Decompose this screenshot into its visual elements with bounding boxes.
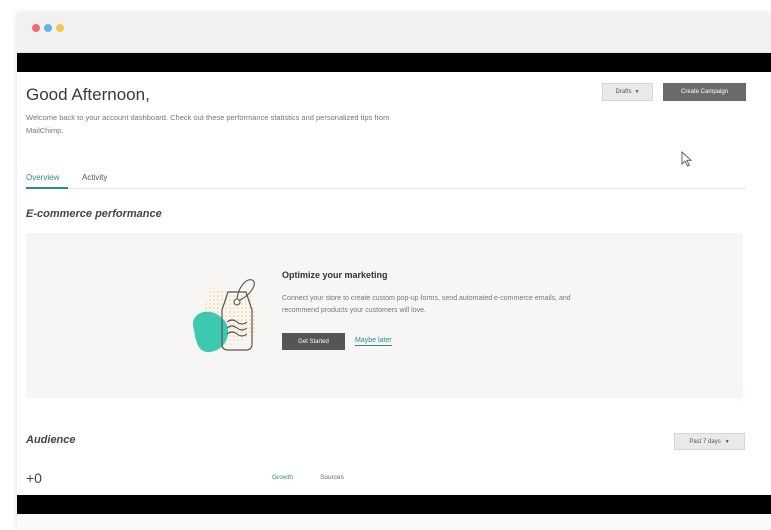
tab-overview[interactable]: Overview xyxy=(26,173,59,182)
maximize-window-dot[interactable] xyxy=(56,24,64,32)
tab-sources[interactable]: Sources xyxy=(320,474,344,481)
tabs-divider xyxy=(26,188,746,189)
get-started-button[interactable]: Get Started xyxy=(282,333,345,350)
mouse-pointer-icon xyxy=(681,151,693,167)
audience-stat-value: +0 xyxy=(26,470,42,486)
audience-section-title: Audience xyxy=(26,434,76,446)
letterbox-bar-overlay xyxy=(17,495,771,514)
price-tag-icon xyxy=(192,279,258,353)
tab-growth[interactable]: Growth xyxy=(272,474,293,481)
close-window-dot[interactable] xyxy=(32,24,40,32)
chevron-down-icon: ▼ xyxy=(634,89,640,95)
ecommerce-section-title: E-commerce performance xyxy=(26,208,162,220)
drafts-label: Drafts xyxy=(615,89,632,95)
tab-activity[interactable]: Activity xyxy=(82,173,107,182)
welcome-text: Welcome back to your account dashboard. … xyxy=(26,113,390,135)
bottom-strip xyxy=(17,514,771,530)
promo-description: Connect your store to create custom pop-… xyxy=(282,295,571,314)
minimize-window-dot[interactable] xyxy=(44,24,52,32)
page-title: Good Afternoon, xyxy=(26,85,150,104)
date-range-label: Past 7 days xyxy=(689,438,721,445)
promo-title: Optimize your marketing xyxy=(282,270,388,280)
window-titlebar xyxy=(17,13,771,53)
create-campaign-button[interactable]: Create Campaign xyxy=(663,83,746,101)
date-range-dropdown[interactable]: Past 7 days ▼ xyxy=(674,433,745,450)
chevron-down-icon: ▼ xyxy=(724,438,730,445)
active-tab-indicator xyxy=(26,187,68,189)
drafts-dropdown-button[interactable]: Drafts ▼ xyxy=(602,83,653,101)
maybe-later-link[interactable]: Maybe later xyxy=(355,336,392,346)
letterbox-bar-top xyxy=(17,53,771,72)
